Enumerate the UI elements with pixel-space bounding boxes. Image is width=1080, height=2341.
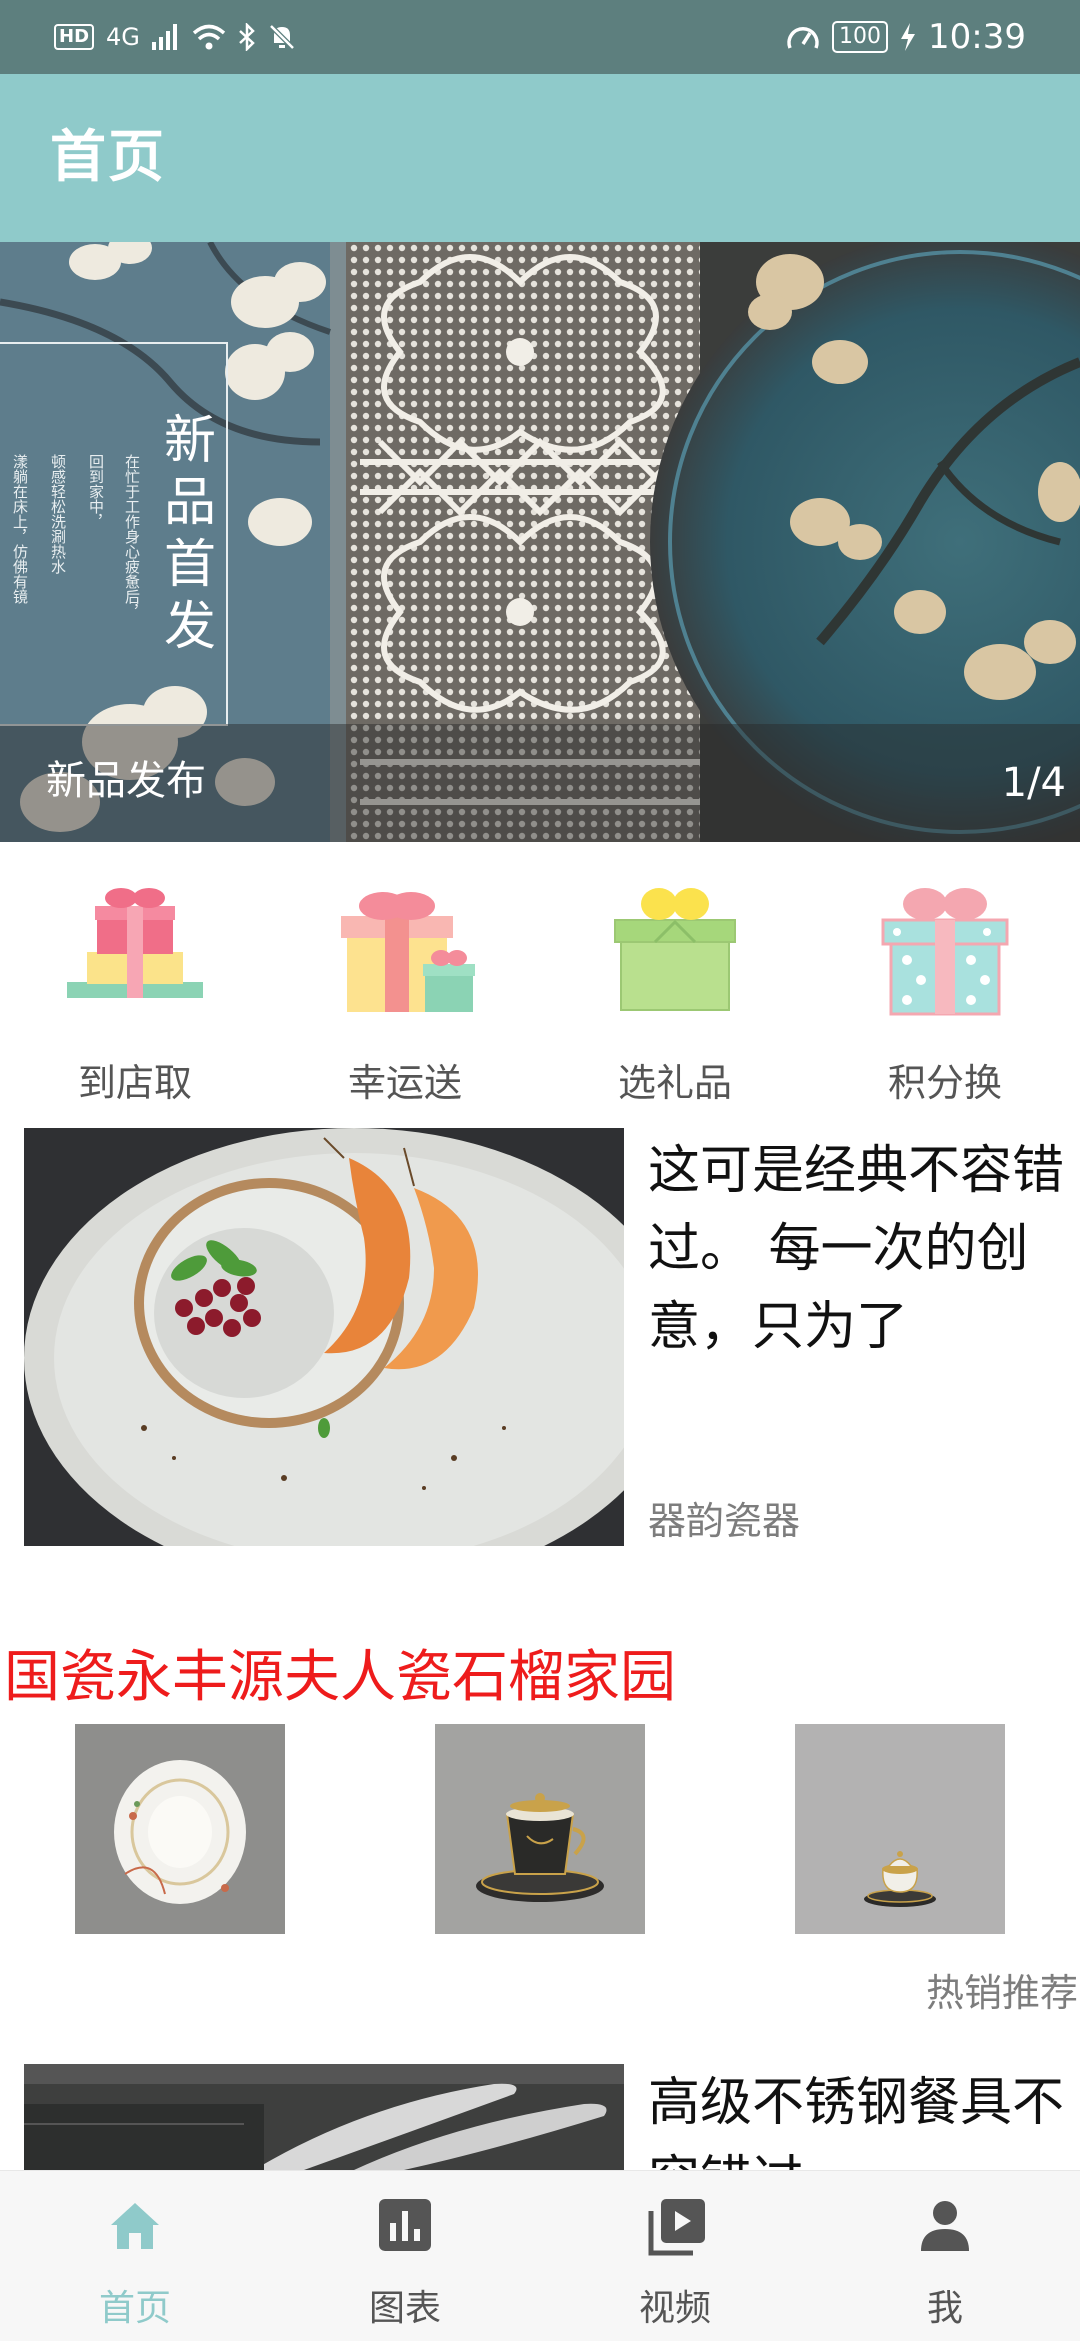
hot-recommend-label[interactable]: 热销推荐 [926, 1962, 1078, 2017]
wifi-icon [192, 24, 226, 50]
quick-menu-points-exchange[interactable]: 积分换 [810, 862, 1080, 1105]
charging-icon [901, 23, 916, 51]
quick-menu: 到店取 幸运送 选礼品 积分换 [0, 862, 1080, 1105]
nav-label: 首页 [98, 2288, 171, 2329]
quick-menu-store-pickup[interactable]: 到店取 [0, 862, 270, 1105]
product-thumbnail-cup[interactable] [435, 1724, 645, 1934]
home-icon [111, 2203, 159, 2249]
bluetooth-icon [239, 23, 255, 51]
banner-page-indicator: 1/4 [1001, 760, 1066, 806]
article-card[interactable]: 高级不锈钢餐具不容错过 [24, 2064, 1080, 2170]
product-thumbnail-teaset[interactable] [795, 1724, 1005, 1934]
article-thumbnail [24, 1128, 624, 1546]
gift-stack-icon [67, 888, 203, 998]
article-title: 高级不锈钢餐具不容错过 [648, 2073, 1065, 2170]
quick-menu-label: 选礼品 [617, 1061, 732, 1105]
nav-label: 视频 [638, 2288, 711, 2329]
nav-chart[interactable]: 图表 [270, 2171, 540, 2341]
person-icon [921, 2201, 969, 2251]
section-title: 国瓷永丰源夫人瓷石榴家园 [4, 1645, 676, 1710]
quick-menu-label: 到店取 [77, 1061, 192, 1105]
nav-video[interactable]: 视频 [540, 2171, 810, 2341]
network-type: 4G [106, 23, 140, 51]
status-bar: HD 4G 100 10:39 [0, 0, 1080, 74]
banner-carousel[interactable]: 漾躺在床上，仿佛有镜 顿感轻松洗涮热水 回到家中， 在忙于工作身心疲惫后， 新品… [0, 242, 1080, 842]
quick-menu-lucky-delivery[interactable]: 幸运送 [270, 862, 540, 1105]
status-right: 100 10:39 [786, 0, 1026, 74]
nav-label: 我 [926, 2288, 963, 2329]
clock: 10:39 [928, 17, 1026, 57]
speed-icon [787, 27, 819, 49]
app-bar: 首页 [0, 74, 1080, 242]
quick-menu-label: 幸运送 [347, 1061, 462, 1105]
nav-label: 图表 [368, 2288, 441, 2329]
polka-gift-icon [881, 888, 1009, 1016]
banner-caption: 新品发布 [46, 758, 206, 804]
banner-vertical-title: 新品首发 [163, 411, 216, 657]
status-left: HD 4G [54, 0, 296, 74]
bottom-navigation: 首页 图表 视频 我 [0, 2170, 1080, 2341]
chart-icon [379, 2199, 431, 2251]
article-title: 这可是经典不容错过。 每一次的创意，只为了 [648, 1141, 1065, 1357]
green-gift-icon [614, 888, 736, 1011]
product-row [0, 1724, 1080, 1936]
page-title: 首页 [50, 125, 166, 190]
article-thumbnail [24, 2064, 624, 2170]
hd-badge: HD [54, 24, 95, 50]
quick-menu-label: 积分换 [887, 1061, 1002, 1105]
nav-home[interactable]: 首页 [0, 2171, 270, 2341]
gift-box-icon [341, 892, 475, 1012]
signal-icon [151, 24, 177, 50]
article-card[interactable]: 这可是经典不容错过。 每一次的创意，只为了 器韵瓷器 [24, 1128, 1080, 1548]
mute-icon [269, 24, 295, 50]
battery-level: 100 [832, 21, 889, 53]
product-thumbnail-plate[interactable] [75, 1724, 285, 1934]
video-icon [648, 2199, 705, 2256]
article-source: 器韵瓷器 [648, 1499, 801, 1543]
nav-me[interactable]: 我 [810, 2171, 1080, 2341]
quick-menu-choose-gift[interactable]: 选礼品 [540, 862, 810, 1105]
